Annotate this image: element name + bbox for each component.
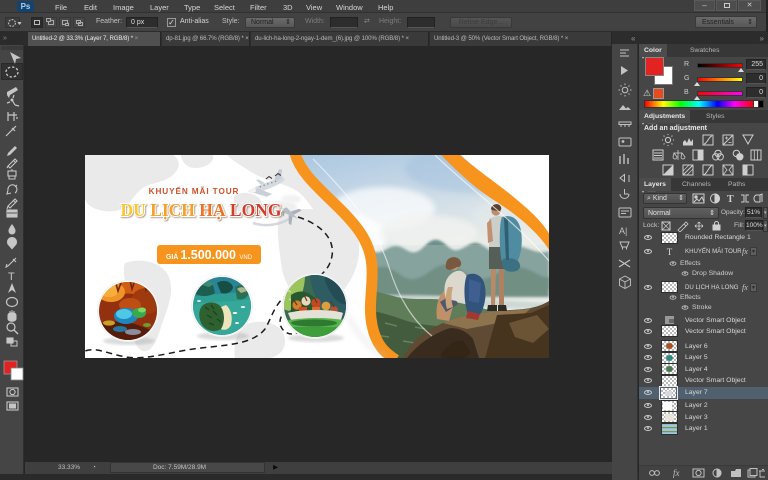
svg-text:fx: fx bbox=[673, 468, 680, 478]
svg-text:A|: A| bbox=[619, 226, 627, 236]
svg-text:KHUYẾN MÃI TOUR: KHUYẾN MÃI TOUR bbox=[149, 186, 240, 196]
svg-text:T: T bbox=[727, 194, 734, 204]
svg-text:DU LỊCH HẠ LONG: DU LỊCH HẠ LONG bbox=[121, 200, 282, 220]
svg-text:T: T bbox=[8, 271, 15, 283]
